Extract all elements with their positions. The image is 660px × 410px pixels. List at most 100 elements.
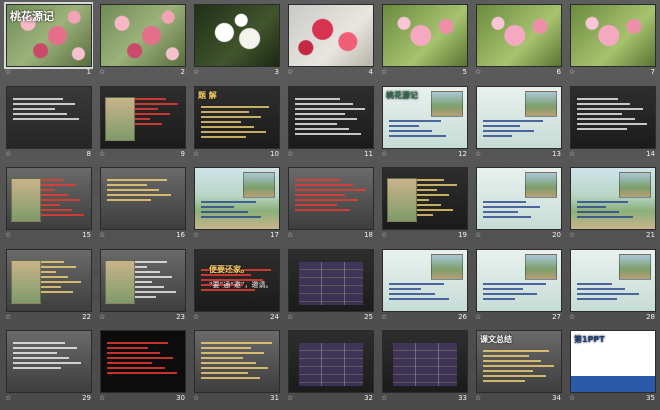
transition-star-icon[interactable]: ☆ xyxy=(287,393,293,404)
slide-preview[interactable]: 桃花源记 xyxy=(4,2,93,69)
slide-thumbnail-23[interactable]: ☆ 23 xyxy=(97,247,187,329)
slide-preview[interactable] xyxy=(382,248,468,312)
slide-preview[interactable] xyxy=(100,4,186,67)
transition-star-icon[interactable]: ☆ xyxy=(99,67,105,78)
slide-preview[interactable] xyxy=(288,4,374,67)
slide-preview[interactable]: 第1PPT xyxy=(570,330,656,394)
transition-star-icon[interactable]: ☆ xyxy=(193,149,199,160)
slide-thumbnail-31[interactable]: ☆ 31 xyxy=(191,328,281,410)
transition-star-icon[interactable]: ☆ xyxy=(99,149,105,160)
slide-preview[interactable]: 桃花源记 xyxy=(382,85,468,149)
slide-thumbnail-14[interactable]: ☆ 14 xyxy=(567,84,657,166)
transition-star-icon[interactable]: ☆ xyxy=(287,149,293,160)
transition-star-icon[interactable]: ☆ xyxy=(381,149,387,160)
slide-thumbnail-22[interactable]: ☆ 22 xyxy=(3,247,93,329)
slide-thumbnail-25[interactable]: ☆ 25 xyxy=(285,247,375,329)
slide-thumbnail-6[interactable]: ☆ 6 xyxy=(473,2,563,84)
slide-preview[interactable] xyxy=(288,167,374,231)
slide-preview[interactable] xyxy=(100,248,186,312)
slide-thumbnail-19[interactable]: ☆ 19 xyxy=(379,165,469,247)
transition-star-icon[interactable]: ☆ xyxy=(5,393,11,404)
slide-preview[interactable] xyxy=(194,167,280,231)
slide-preview[interactable] xyxy=(100,167,186,231)
slide-preview[interactable] xyxy=(382,4,468,67)
slide-thumbnail-3[interactable]: ☆ 3 xyxy=(191,2,281,84)
transition-star-icon[interactable]: ☆ xyxy=(5,230,11,241)
slide-thumbnail-24[interactable]: 便要还家。 “要”通“邀”，邀请。 ☆ 24 xyxy=(191,247,281,329)
slide-thumbnail-26[interactable]: ☆ 26 xyxy=(379,247,469,329)
transition-star-icon[interactable]: ☆ xyxy=(5,312,11,323)
transition-star-icon[interactable]: ☆ xyxy=(193,393,199,404)
transition-star-icon[interactable]: ☆ xyxy=(475,149,481,160)
transition-star-icon[interactable]: ☆ xyxy=(569,230,575,241)
slide-thumbnail-27[interactable]: ☆ 27 xyxy=(473,247,563,329)
slide-preview[interactable] xyxy=(194,4,280,67)
transition-star-icon[interactable]: ☆ xyxy=(475,67,481,78)
slide-thumbnail-10[interactable]: 题 解 ☆ 10 xyxy=(191,84,281,166)
slide-thumbnail-16[interactable]: ☆ 16 xyxy=(97,165,187,247)
transition-star-icon[interactable]: ☆ xyxy=(99,393,105,404)
transition-star-icon[interactable]: ☆ xyxy=(287,312,293,323)
transition-star-icon[interactable]: ☆ xyxy=(287,230,293,241)
slide-thumbnail-9[interactable]: ☆ 9 xyxy=(97,84,187,166)
transition-star-icon[interactable]: ☆ xyxy=(569,312,575,323)
transition-star-icon[interactable]: ☆ xyxy=(5,149,11,160)
slide-thumbnail-5[interactable]: ☆ 5 xyxy=(379,2,469,84)
transition-star-icon[interactable]: ☆ xyxy=(569,393,575,404)
slide-preview[interactable] xyxy=(476,248,562,312)
slide-thumbnail-34[interactable]: 课文总结 ☆ 34 xyxy=(473,328,563,410)
slide-thumbnail-4[interactable]: ☆ 4 xyxy=(285,2,375,84)
slide-thumbnail-13[interactable]: ☆ 13 xyxy=(473,84,563,166)
slide-preview[interactable] xyxy=(476,167,562,231)
slide-preview[interactable] xyxy=(194,330,280,394)
slide-thumbnail-17[interactable]: ☆ 17 xyxy=(191,165,281,247)
slide-preview[interactable]: 题 解 xyxy=(194,85,280,149)
transition-star-icon[interactable]: ☆ xyxy=(381,312,387,323)
slide-thumbnail-33[interactable]: ☆ 33 xyxy=(379,328,469,410)
transition-star-icon[interactable]: ☆ xyxy=(99,230,105,241)
slide-preview[interactable] xyxy=(100,85,186,149)
slide-thumbnail-7[interactable]: ☆ 7 xyxy=(567,2,657,84)
slide-thumbnail-29[interactable]: ☆ 29 xyxy=(3,328,93,410)
transition-star-icon[interactable]: ☆ xyxy=(5,67,11,78)
slide-preview[interactable] xyxy=(6,248,92,312)
slide-preview[interactable] xyxy=(6,167,92,231)
transition-star-icon[interactable]: ☆ xyxy=(193,230,199,241)
slide-preview[interactable] xyxy=(570,4,656,67)
transition-star-icon[interactable]: ☆ xyxy=(475,393,481,404)
slide-preview[interactable] xyxy=(288,248,374,312)
transition-star-icon[interactable]: ☆ xyxy=(381,67,387,78)
slide-thumbnail-35[interactable]: 第1PPT ☆ 35 xyxy=(567,328,657,410)
transition-star-icon[interactable]: ☆ xyxy=(569,67,575,78)
slide-thumbnail-1[interactable]: 桃花源记 ☆ 1 xyxy=(3,2,93,84)
slide-preview[interactable]: 便要还家。 “要”通“邀”，邀请。 xyxy=(194,248,280,312)
slide-thumbnail-30[interactable]: ☆ 30 xyxy=(97,328,187,410)
slide-preview[interactable] xyxy=(6,85,92,149)
slide-thumbnail-2[interactable]: ☆ 2 xyxy=(97,2,187,84)
slide-thumbnail-20[interactable]: ☆ 20 xyxy=(473,165,563,247)
transition-star-icon[interactable]: ☆ xyxy=(381,393,387,404)
transition-star-icon[interactable]: ☆ xyxy=(193,67,199,78)
slide-preview[interactable] xyxy=(288,85,374,149)
transition-star-icon[interactable]: ☆ xyxy=(475,312,481,323)
slide-thumbnail-32[interactable]: ☆ 32 xyxy=(285,328,375,410)
slide-preview[interactable] xyxy=(100,330,186,394)
transition-star-icon[interactable]: ☆ xyxy=(475,230,481,241)
transition-star-icon[interactable]: ☆ xyxy=(193,312,199,323)
slide-preview[interactable] xyxy=(382,167,468,231)
slide-preview[interactable] xyxy=(6,330,92,394)
transition-star-icon[interactable]: ☆ xyxy=(381,230,387,241)
slide-preview[interactable]: 课文总结 xyxy=(476,330,562,394)
slide-thumbnail-18[interactable]: ☆ 18 xyxy=(285,165,375,247)
slide-preview[interactable] xyxy=(570,85,656,149)
slide-preview[interactable] xyxy=(570,167,656,231)
slide-preview[interactable] xyxy=(476,85,562,149)
slide-thumbnail-8[interactable]: ☆ 8 xyxy=(3,84,93,166)
slide-thumbnail-28[interactable]: ☆ 28 xyxy=(567,247,657,329)
slide-thumbnail-12[interactable]: 桃花源记 ☆ 12 xyxy=(379,84,469,166)
transition-star-icon[interactable]: ☆ xyxy=(569,149,575,160)
slide-preview[interactable] xyxy=(382,330,468,394)
slide-thumbnail-21[interactable]: ☆ 21 xyxy=(567,165,657,247)
slide-preview[interactable] xyxy=(476,4,562,67)
slide-thumbnail-15[interactable]: ☆ 15 xyxy=(3,165,93,247)
